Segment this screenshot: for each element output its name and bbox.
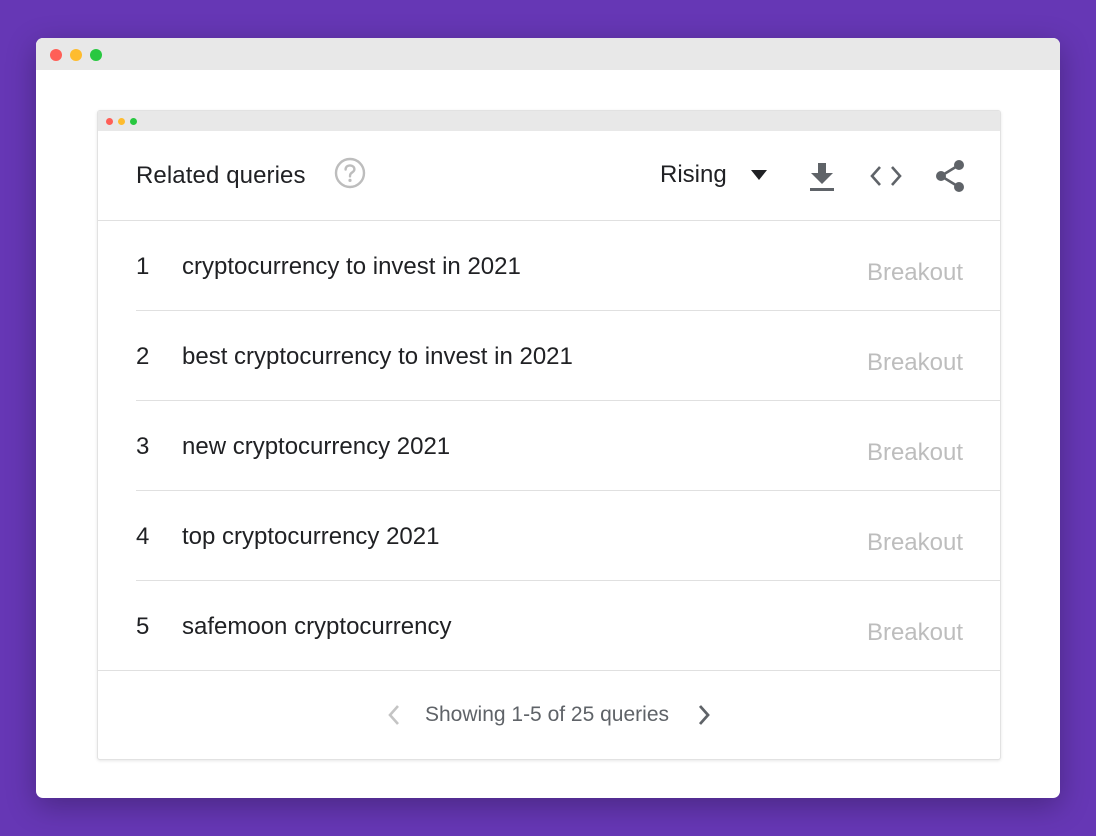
dropdown-selected-value: Rising — [660, 161, 727, 188]
breakout-label: Breakout — [866, 439, 963, 466]
rank-number: 4 — [136, 523, 150, 550]
list-item[interactable]: 3 new cryptocurrency 2021 Breakout — [136, 401, 1000, 491]
chevron-left-icon[interactable] — [387, 704, 401, 726]
widget-titlebar — [98, 111, 1000, 131]
list-item[interactable]: 2 best cryptocurrency to invest in 2021 … — [136, 311, 1000, 401]
code-brackets-icon[interactable] — [869, 164, 903, 188]
related-queries-widget: Related queries Rising 1 cryptocurrency … — [97, 110, 1001, 760]
widget-minimize-icon — [118, 118, 125, 125]
list-item[interactable]: 4 top cryptocurrency 2021 Breakout — [136, 491, 1000, 581]
share-icon[interactable] — [934, 159, 966, 193]
rank-number: 3 — [136, 433, 150, 460]
rank-number: 1 — [136, 253, 150, 280]
window-titlebar — [36, 38, 1060, 70]
minimize-window-icon[interactable] — [70, 49, 82, 61]
rank-number: 5 — [136, 613, 150, 640]
chevron-right-icon[interactable] — [697, 704, 711, 726]
close-window-icon[interactable] — [50, 49, 62, 61]
queries-list: 1 cryptocurrency to invest in 2021 Break… — [98, 221, 1000, 671]
download-icon[interactable] — [808, 161, 836, 193]
widget-header: Related queries Rising — [98, 131, 1000, 221]
list-item[interactable]: 5 safemoon cryptocurrency Breakout — [98, 581, 1000, 671]
widget-title: Related queries — [136, 162, 306, 189]
rising-filter-dropdown[interactable]: Rising — [660, 157, 767, 193]
list-item[interactable]: 1 cryptocurrency to invest in 2021 Break… — [136, 221, 1000, 311]
rank-number: 2 — [136, 343, 150, 370]
query-text[interactable]: new cryptocurrency 2021 — [182, 433, 450, 461]
query-text[interactable]: safemoon cryptocurrency — [182, 613, 451, 641]
query-text[interactable]: cryptocurrency to invest in 2021 — [182, 253, 521, 281]
question-circle-icon[interactable] — [334, 157, 366, 189]
browser-window: Related queries Rising 1 cryptocurrency … — [36, 38, 1060, 798]
caret-down-icon — [750, 170, 767, 180]
widget-maximize-icon — [130, 118, 137, 125]
maximize-window-icon[interactable] — [90, 49, 102, 61]
breakout-label: Breakout — [866, 349, 963, 376]
breakout-label: Breakout — [866, 619, 963, 646]
query-text[interactable]: best cryptocurrency to invest in 2021 — [182, 343, 573, 371]
pagination-status: Showing 1-5 of 25 queries — [425, 703, 669, 726]
query-text[interactable]: top cryptocurrency 2021 — [182, 523, 439, 551]
widget-close-icon — [106, 118, 113, 125]
breakout-label: Breakout — [866, 529, 963, 556]
pagination: Showing 1-5 of 25 queries — [98, 671, 1000, 759]
breakout-label: Breakout — [866, 259, 963, 286]
